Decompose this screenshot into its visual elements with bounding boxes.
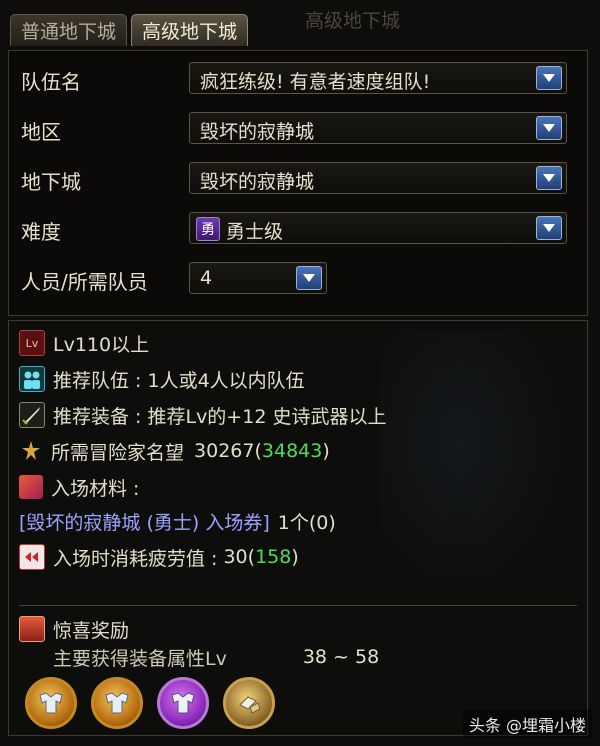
party-text: 推荐队伍 : 1人或4人以内队伍	[53, 369, 305, 392]
members-value: 4	[200, 267, 213, 289]
dungeon-row: 地下城 毁坏的寂静城	[9, 159, 587, 199]
difficulty-select[interactable]: 勇 勇士级	[189, 212, 567, 244]
material-reward-icon[interactable]	[223, 677, 275, 729]
fame-required: 30267	[194, 440, 255, 462]
chevron-down-icon[interactable]	[536, 116, 562, 140]
tab-normal-dungeon[interactable]: 普通地下城	[10, 14, 128, 46]
armor-reward-icon[interactable]	[91, 677, 143, 729]
chevron-down-icon[interactable]	[536, 216, 562, 240]
region-label: 地区	[21, 120, 61, 144]
party-icon	[19, 366, 45, 392]
fatigue-cost: 30	[223, 546, 248, 568]
level-icon: Lv	[19, 330, 45, 356]
recommended-gear: 推荐装备 : 推荐Lv的+12 史诗武器以上	[19, 399, 386, 431]
chevron-down-icon[interactable]	[536, 66, 562, 90]
party-form: 队伍名 疯狂练级! 有意者速度组队! 地区 毁坏的寂静城 地下城 毁坏的寂静城 …	[8, 50, 588, 316]
team-name-value: 疯狂练级! 有意者速度组队!	[200, 71, 431, 93]
reward-title: 惊喜奖励	[53, 619, 130, 642]
level-requirement: Lv Lv110以上	[19, 327, 149, 359]
fame-current: 34843	[261, 440, 323, 462]
members-label: 人员/所需队员	[21, 270, 148, 294]
difficulty-row: 难度 勇 勇士级	[9, 209, 587, 249]
watermark: 头条 @埋霜小楼	[462, 710, 592, 738]
fatigue-line: 入场时消耗疲劳值 : 30 (158)	[19, 541, 299, 573]
gear-text: 推荐装备 : 推荐Lv的+12 史诗武器以上	[53, 405, 387, 428]
chevron-down-icon[interactable]	[536, 166, 562, 190]
ticket-link[interactable]: [毁坏的寂静城 (勇士) 入场券]	[19, 508, 270, 535]
dungeon-tabs: 普通地下城 高级地下城	[10, 14, 249, 48]
difficulty-value: 勇士级	[226, 221, 284, 243]
armor-reward-icon[interactable]	[157, 677, 209, 729]
dungeon-value: 毁坏的寂静城	[200, 171, 315, 193]
region-row: 地区 毁坏的寂静城	[9, 109, 587, 149]
fame-label: 所需冒险家名望	[51, 441, 185, 464]
team-name-select[interactable]: 疯狂练级! 有意者速度组队!	[189, 62, 567, 94]
background-heading: 高级地下城	[305, 10, 401, 32]
reward-subtitle-line: 主要获得装备属性Lv 38 ~ 58	[53, 641, 379, 673]
region-select[interactable]: 毁坏的寂静城	[189, 112, 567, 144]
reward-items	[25, 677, 275, 729]
team-name-row: 队伍名 疯狂练级! 有意者速度组队!	[9, 59, 587, 99]
team-name-label: 队伍名	[21, 70, 81, 94]
materials-label: 入场材料 :	[51, 477, 140, 500]
reward-subtitle: 主要获得装备属性Lv	[53, 647, 227, 670]
reward-range: 38 ~ 58	[302, 646, 380, 668]
entry-materials: 入场材料 :	[19, 471, 139, 503]
dungeon-select[interactable]: 毁坏的寂静城	[189, 162, 567, 194]
difficulty-badge: 勇	[196, 217, 220, 241]
dungeon-label: 地下城	[21, 170, 81, 194]
chevron-down-icon[interactable]	[296, 266, 322, 290]
tab-advanced-dungeon[interactable]: 高级地下城	[131, 14, 249, 46]
fatigue-current: 158	[255, 546, 292, 568]
dungeon-info-panel: Lv Lv110以上 推荐队伍 : 1人或4人以内队伍 推荐装备 : 推荐Lv的…	[8, 320, 588, 736]
recommended-party: 推荐队伍 : 1人或4人以内队伍	[19, 363, 305, 395]
fatigue-icon	[19, 544, 45, 570]
members-row: 人员/所需队员 4	[9, 259, 587, 299]
members-select[interactable]: 4	[189, 262, 327, 294]
difficulty-label: 难度	[21, 220, 61, 244]
region-value: 毁坏的寂静城	[200, 121, 315, 143]
ticket-qty: 1个(0)	[277, 511, 336, 534]
sword-icon	[19, 402, 45, 428]
armor-reward-icon[interactable]	[25, 677, 77, 729]
divider	[19, 605, 577, 606]
fame-icon	[19, 439, 43, 463]
ticket-icon	[19, 475, 43, 499]
ticket-line: [毁坏的寂静城 (勇士) 入场券] 1个(0)	[19, 505, 336, 537]
chest-icon	[19, 616, 45, 642]
level-text: Lv110以上	[53, 333, 150, 356]
fame-requirement: 所需冒险家名望 30267 (34843)	[19, 435, 330, 467]
fatigue-label: 入场时消耗疲劳值 :	[53, 547, 218, 570]
